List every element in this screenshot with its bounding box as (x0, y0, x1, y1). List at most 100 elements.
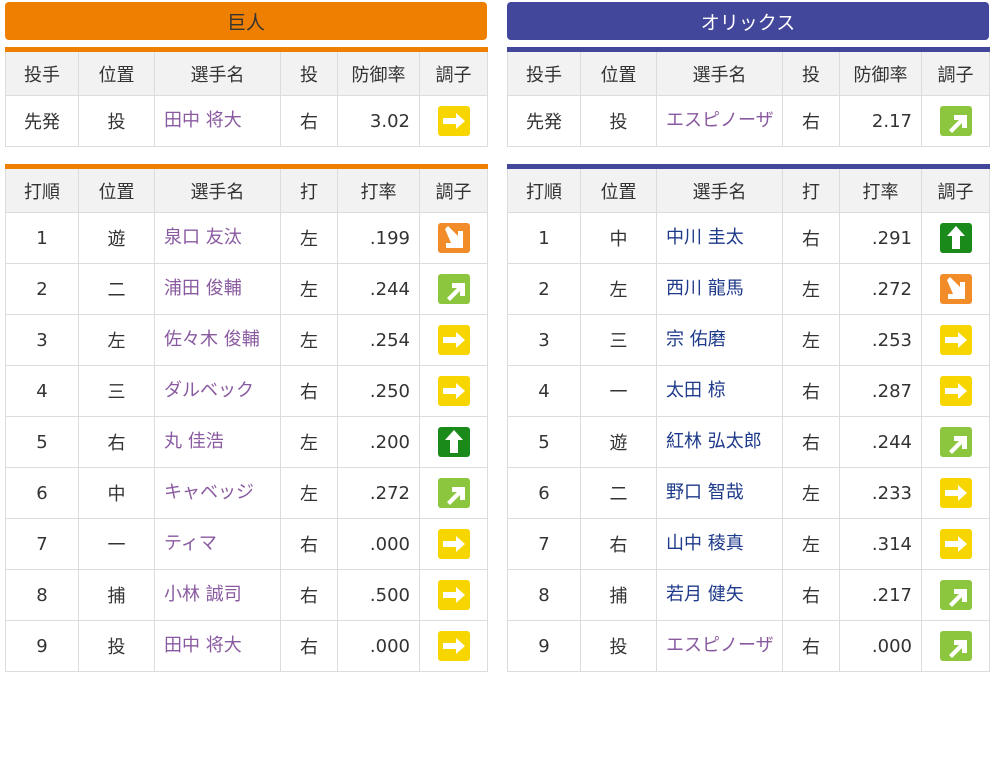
batting-hand: 左 (280, 212, 338, 264)
condition-cell (419, 467, 488, 519)
fielding-position: 中 (78, 467, 155, 519)
batting-hand: 左 (782, 263, 840, 315)
arrow-up-right-icon (939, 427, 972, 457)
arrow-up-right-icon (939, 106, 972, 136)
header-cell: 打 (280, 166, 338, 213)
fielding-position: 左 (78, 314, 155, 366)
player-name-link[interactable]: 紅林 弘太郎 (656, 416, 783, 468)
condition-cell (921, 365, 990, 417)
batting-average: .500 (337, 569, 420, 621)
fielding-position: 捕 (78, 569, 155, 621)
batting-hand: 右 (782, 569, 840, 621)
table-header-row: 打順 位置 選手名 打 打率 調子 (507, 166, 990, 213)
pitcher-era: 3.02 (337, 95, 420, 147)
condition-cell (419, 569, 488, 621)
player-name-link[interactable]: 丸 佳浩 (154, 416, 281, 468)
player-name-link[interactable]: 浦田 俊輔 (154, 263, 281, 315)
batting-average: .291 (839, 212, 922, 264)
arrow-right-icon (939, 376, 972, 406)
player-name-link[interactable]: ダルベック (154, 365, 281, 417)
player-name-link[interactable]: 太田 椋 (656, 365, 783, 417)
batting-average: .000 (337, 620, 420, 672)
giants-pitcher-table: 投手 位置 選手名 投 防御率 調子 先発投田中 将大右 3.02 (5, 47, 488, 147)
table-row: 5右丸 佳浩左 .200 (5, 416, 488, 468)
header-cell: 投手 (5, 49, 79, 96)
condition-cell (921, 95, 990, 147)
fielding-position: 右 (580, 518, 657, 570)
fielding-position: 捕 (580, 569, 657, 621)
batting-average: .244 (337, 263, 420, 315)
header-cell: 選手名 (154, 49, 281, 96)
condition-cell (921, 569, 990, 621)
condition-cell (921, 518, 990, 570)
header-cell: 位置 (580, 166, 657, 213)
pitcher-name-link[interactable]: 田中 将大 (154, 95, 281, 147)
player-name-link[interactable]: エスピノーザ (656, 620, 783, 672)
header-cell: 防御率 (337, 49, 420, 96)
player-name-link[interactable]: 野口 智哉 (656, 467, 783, 519)
table-header-row: 投手 位置 選手名 投 防御率 調子 (507, 49, 990, 96)
header-cell: 調子 (921, 166, 990, 213)
fielding-position: 遊 (580, 416, 657, 468)
player-name-link[interactable]: 佐々木 俊輔 (154, 314, 281, 366)
table-row: 7 一ティマ右 .000 (5, 518, 488, 570)
batting-order: 6 (507, 467, 581, 519)
condition-cell (419, 620, 488, 672)
batting-order: 9 (5, 620, 79, 672)
table-row: 3 左佐々木 俊輔左 .254 (5, 314, 488, 366)
batting-hand: 右 (782, 416, 840, 468)
player-name-link[interactable]: 小林 誠司 (154, 569, 281, 621)
orix-pitcher-table: 投手 位置 選手名 投 防御率 調子 先発投エスピノーザ右 2.17 (507, 47, 990, 147)
header-cell: 調子 (921, 49, 990, 96)
player-name-link[interactable]: 中川 圭太 (656, 212, 783, 264)
condition-cell (419, 365, 488, 417)
fielding-position: 二 (580, 467, 657, 519)
arrow-up-right-icon (939, 580, 972, 610)
batting-average: .272 (337, 467, 420, 519)
arrow-right-icon (437, 325, 470, 355)
condition-cell (921, 416, 990, 468)
player-name-link[interactable]: ティマ (154, 518, 281, 570)
table-row: 4 三ダルベック右 .250 (5, 365, 488, 417)
batting-hand: 右 (280, 620, 338, 672)
player-name-link[interactable]: 田中 将大 (154, 620, 281, 672)
batting-average: .272 (839, 263, 922, 315)
table-row: 1 中中川 圭太右 .291 (507, 212, 990, 264)
table-row: 8 捕若月 健矢右 .217 (507, 569, 990, 621)
pitcher-name-link[interactable]: エスピノーザ (656, 95, 783, 147)
fielding-position: 一 (580, 365, 657, 417)
batting-average: .233 (839, 467, 922, 519)
table-row: 7 右山中 稜真左 .314 (507, 518, 990, 570)
header-cell: 位置 (78, 49, 155, 96)
arrow-right-icon (437, 631, 470, 661)
batting-hand: 右 (782, 620, 840, 672)
table-header-row: 打順 位置 選手名 打 打率 調子 (5, 166, 488, 213)
pitcher-row: 先発投田中 将大右 3.02 (5, 95, 488, 147)
header-cell: 位置 (580, 49, 657, 96)
player-name-link[interactable]: キャベッジ (154, 467, 281, 519)
arrow-right-icon (939, 529, 972, 559)
player-name-link[interactable]: 若月 健矢 (656, 569, 783, 621)
player-name-link[interactable]: 宗 佑磨 (656, 314, 783, 366)
condition-cell (419, 518, 488, 570)
fielding-position: 中 (580, 212, 657, 264)
condition-cell (921, 620, 990, 672)
arrow-up-right-icon (437, 274, 470, 304)
batting-order: 1 (5, 212, 79, 264)
batting-average: .253 (839, 314, 922, 366)
batting-hand: 左 (280, 263, 338, 315)
player-name-link[interactable]: 山中 稜真 (656, 518, 783, 570)
table-row: 2 左西川 龍馬左 .272 (507, 263, 990, 315)
batting-average: .250 (337, 365, 420, 417)
batting-average: .000 (839, 620, 922, 672)
condition-cell (921, 263, 990, 315)
header-cell: 位置 (78, 166, 155, 213)
header-cell: 調子 (419, 166, 488, 213)
header-cell: 防御率 (839, 49, 922, 96)
giants-team-header: 巨人 (5, 2, 487, 40)
condition-cell (419, 314, 488, 366)
player-name-link[interactable]: 泉口 友汰 (154, 212, 281, 264)
player-name-link[interactable]: 西川 龍馬 (656, 263, 783, 315)
table-row: 9 投エスピノーザ右 .000 (507, 620, 990, 672)
batting-average: .287 (839, 365, 922, 417)
